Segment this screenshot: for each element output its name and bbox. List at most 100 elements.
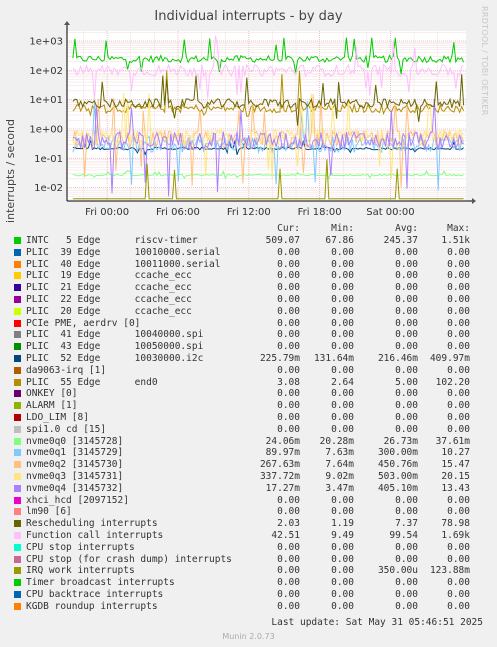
legend-swatch <box>14 248 21 256</box>
legend-min-value: 0.00 <box>331 423 354 435</box>
legend-min-value: 0.00 <box>331 317 354 329</box>
legend-min-value: 0.00 <box>331 246 354 258</box>
legend-min-value: 0.00 <box>331 364 354 376</box>
legend-min-value: 0.00 <box>331 600 354 612</box>
legend-max-value: 20.15 <box>441 471 470 482</box>
legend-series-name: Timer broadcast interrupts <box>26 577 175 589</box>
legend-header: Cur: Min: Avg: Max: <box>0 223 497 235</box>
legend-max-value: 0.00 <box>447 412 470 423</box>
legend-max-value: 0.00 <box>447 506 470 518</box>
legend-row: nvme0q4 [3145732] 17.27m 3.47m 405.10m 13.43 <box>0 483 497 495</box>
legend-row: Timer broadcast interrupts 0.00 0.00 0.00 0.… <box>0 577 497 589</box>
legend-max-value: 0.00 <box>447 341 470 353</box>
legend-max-value: 0.00 <box>447 282 470 294</box>
legend-swatch <box>14 555 21 563</box>
legend-max-value: 0.00 <box>447 258 470 270</box>
legend-avg-value: 0.00 <box>395 294 418 305</box>
x-tick-label: Fri 18:00 <box>298 207 342 218</box>
legend-max-value: 1.51k <box>441 235 470 246</box>
legend-min-value: 131.64m <box>313 353 354 364</box>
legend-swatch <box>14 284 21 292</box>
y-tick-label: 1e-01 <box>34 154 63 165</box>
legend-avg-value: 0.00 <box>395 270 418 282</box>
legend-swatch <box>14 496 21 504</box>
legend-min-value: 0.00 <box>331 341 354 353</box>
legend-swatch <box>14 260 21 268</box>
legend-series-name: PLIC 41 Edge 10040000.spi <box>26 329 204 341</box>
legend-min-value: 0.00 <box>331 565 354 577</box>
legend-min-value: 0.00 <box>331 388 354 400</box>
legend-row: PLIC 43 Edge 10050000.spi 0.00 0.00 0.00 0.0… <box>0 341 497 353</box>
x-axis-arrow <box>472 198 476 204</box>
legend-series-name: PLIC 20 Edge ccache_ecc <box>26 305 192 317</box>
legend-avg-value: 0.00 <box>395 388 418 400</box>
legend-max-value: 102.20 <box>435 376 470 388</box>
legend-avg-value: 216.46m <box>377 353 418 364</box>
legend-row: PLIC 22 Edge ccache_ecc 0.00 0.00 0.00 0.00 <box>0 294 497 306</box>
legend-series-name: nvme0q4 [3145732] <box>26 482 124 494</box>
x-tick-label: Fri 00:00 <box>85 207 129 218</box>
legend-swatch <box>14 543 21 551</box>
legend-series-name: nvme0q3 [3145731] <box>26 471 124 482</box>
legend-swatch <box>14 307 21 315</box>
legend-avg-value: 350.00u <box>377 565 418 577</box>
legend-series-name: KGDB roundup interrupts <box>26 600 158 612</box>
last-update: Last update: Sat May 31 05:46:51 2025 <box>271 617 483 628</box>
legend-swatch <box>14 484 21 492</box>
legend-avg-value: 503.00m <box>377 471 418 482</box>
legend-min-value: 9.49 <box>331 530 354 541</box>
x-tick-label: Sat 00:00 <box>366 207 414 218</box>
legend-row: IRQ work interrupts 0.00 0.00 350.00u 123.88… <box>0 565 497 577</box>
footer: Munin 2.0.73 <box>222 632 275 641</box>
legend-avg-value: 0.00 <box>395 246 418 258</box>
legend-cur-value: 0.00 <box>277 577 300 589</box>
y-tick-label: 1e+03 <box>29 37 63 48</box>
legend-cur-value: 0.00 <box>277 494 300 506</box>
legend-cur-value: 0.00 <box>277 294 300 305</box>
legend-swatch <box>14 602 21 610</box>
legend-cur-value: 337.72m <box>259 471 300 482</box>
legend-row: PLIC 19 Edge ccache_ecc 0.00 0.00 0.00 0.00 <box>0 270 497 282</box>
legend-min-value: 0.00 <box>331 589 354 600</box>
legend-row: CPU backtrace interrupts 0.00 0.00 0.00 0.00 <box>0 589 497 601</box>
legend-row: CPU stop (for crash dump) interrupts 0.00… <box>0 554 497 566</box>
legend-avg-value: 0.00 <box>395 364 418 376</box>
legend-cur-value: 0.00 <box>277 270 300 282</box>
legend-min-value: 0.00 <box>331 553 354 565</box>
legend-avg-value: 26.73m <box>383 435 418 447</box>
legend-max-value: 0.00 <box>447 317 470 329</box>
legend-series-name: PLIC 52 Edge 10030000.i2c <box>26 353 204 364</box>
legend-avg-value: 7.37 <box>395 518 418 530</box>
legend-series-name: Function call interrupts <box>26 530 164 541</box>
legend-row: nvme0q0 [3145728] 24.06m 20.28m 26.73m 37.61… <box>0 436 497 448</box>
legend-swatch <box>14 319 21 327</box>
legend-cur-value: 0.00 <box>277 246 300 258</box>
legend-avg-value: 0.00 <box>395 423 418 435</box>
legend-cur-value: 0.00 <box>277 341 300 353</box>
legend-avg-value: 0.00 <box>395 506 418 518</box>
legend-swatch <box>14 461 21 469</box>
legend-row: PLIC 21 Edge ccache_ecc 0.00 0.00 0.00 0.00 <box>0 282 497 294</box>
legend-cur-value: 0.00 <box>277 541 300 553</box>
legend-swatch <box>14 473 21 480</box>
legend-max-value: 78.98 <box>441 518 470 530</box>
legend-swatch <box>14 402 21 410</box>
legend-row: PLIC 52 Edge 10030000.i2c 225.79m 131.64m 2… <box>0 353 497 365</box>
legend-series-name: CPU stop interrupts <box>26 541 135 553</box>
legend-swatch <box>14 532 21 539</box>
legend-max-value: 1.69k <box>441 530 470 541</box>
legend-avg-value: 0.00 <box>395 258 418 270</box>
legend-max-value: 0.00 <box>447 589 470 600</box>
legend-swatch <box>14 366 21 374</box>
legend-max-value: 0.00 <box>447 553 470 565</box>
legend-row: KGDB roundup interrupts 0.00 0.00 0.00 0.00 <box>0 601 497 613</box>
legend-swatch <box>14 579 21 587</box>
legend-min-value: 2.64 <box>331 376 354 388</box>
legend-max-value: 409.97m <box>429 353 470 364</box>
legend-min-value: 0.00 <box>331 400 354 412</box>
legend-cur-value: 0.00 <box>277 282 300 294</box>
legend-min-value: 0.00 <box>331 294 354 305</box>
legend-min-value: 1.19 <box>331 518 354 530</box>
legend-row: Function call interrupts 42.51 9.49 99.54 1.… <box>0 530 497 542</box>
legend-row: PLIC 55 Edge end0 3.08 2.64 5.00 102.20 <box>0 377 497 389</box>
